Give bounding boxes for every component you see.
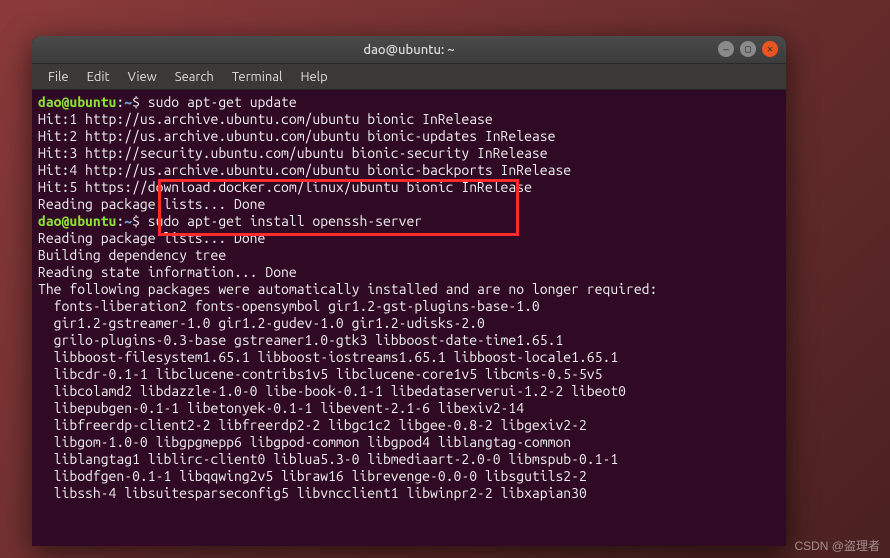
terminal-line: Hit:2 http://us.archive.ubuntu.com/ubunt…: [38, 128, 780, 145]
terminal-line: libodfgen-0.1-1 libqqwing2v5 libraw16 li…: [38, 468, 780, 485]
menu-terminal[interactable]: Terminal: [224, 67, 291, 87]
terminal-line: Reading package lists... Done: [38, 230, 780, 247]
terminal-line: libboost-filesystem1.65.1 libboost-iostr…: [38, 349, 780, 366]
terminal-line: grilo-plugins-0.3-base gstreamer1.0-gtk3…: [38, 332, 780, 349]
terminal-line: Reading state information... Done: [38, 264, 780, 281]
terminal-prompt-line: dao@ubuntu:~$ sudo apt-get install opens…: [38, 213, 780, 230]
terminal-body[interactable]: dao@ubuntu:~$ sudo apt-get updateHit:1 h…: [32, 90, 786, 546]
terminal-line: Building dependency tree: [38, 247, 780, 264]
terminal-line: liblangtag1 liblirc-client0 liblua5.3-0 …: [38, 451, 780, 468]
terminal-line: libgom-1.0-0 libgpgmepp6 libgpod-common …: [38, 434, 780, 451]
terminal-line: gir1.2-gstreamer-1.0 gir1.2-gudev-1.0 gi…: [38, 315, 780, 332]
menu-help[interactable]: Help: [292, 67, 335, 87]
close-button[interactable]: ✕: [762, 41, 778, 57]
terminal-line: Hit:3 http://security.ubuntu.com/ubuntu …: [38, 145, 780, 162]
terminal-line: Hit:1 http://us.archive.ubuntu.com/ubunt…: [38, 111, 780, 128]
terminal-line: fonts-liberation2 fonts-opensymbol gir1.…: [38, 298, 780, 315]
terminal-window: dao@ubuntu: ~ — ▢ ✕ File Edit View Searc…: [32, 36, 786, 546]
terminal-line: libfreerdp-client2-2 libfreerdp2-2 libgc…: [38, 417, 780, 434]
menu-file[interactable]: File: [40, 67, 77, 87]
window-controls: — ▢ ✕: [718, 41, 778, 57]
watermark: CSDN @盗理者: [794, 537, 880, 554]
terminal-line: libcdr-0.1-1 libclucene-contribs1v5 libc…: [38, 366, 780, 383]
terminal-line: libepubgen-0.1-1 libetonyek-0.1-1 libeve…: [38, 400, 780, 417]
terminal-line: libssh-4 libsuitesparseconfig5 libvnccli…: [38, 485, 780, 502]
titlebar[interactable]: dao@ubuntu: ~ — ▢ ✕: [32, 36, 786, 64]
maximize-button[interactable]: ▢: [740, 41, 756, 57]
terminal-line: Hit:4 http://us.archive.ubuntu.com/ubunt…: [38, 162, 780, 179]
terminal-line: Reading package lists... Done: [38, 196, 780, 213]
minimize-button[interactable]: —: [718, 41, 734, 57]
terminal-line: libcolamd2 libdazzle-1.0-0 libe-book-0.1…: [38, 383, 780, 400]
menu-edit[interactable]: Edit: [79, 67, 118, 87]
window-title: dao@ubuntu: ~: [363, 43, 454, 57]
menubar: File Edit View Search Terminal Help: [32, 64, 786, 90]
terminal-prompt-line: dao@ubuntu:~$ sudo apt-get update: [38, 94, 780, 111]
terminal-line: Hit:5 https://download.docker.com/linux/…: [38, 179, 780, 196]
terminal-line: The following packages were automaticall…: [38, 281, 780, 298]
menu-search[interactable]: Search: [167, 67, 222, 87]
menu-view[interactable]: View: [120, 67, 165, 87]
